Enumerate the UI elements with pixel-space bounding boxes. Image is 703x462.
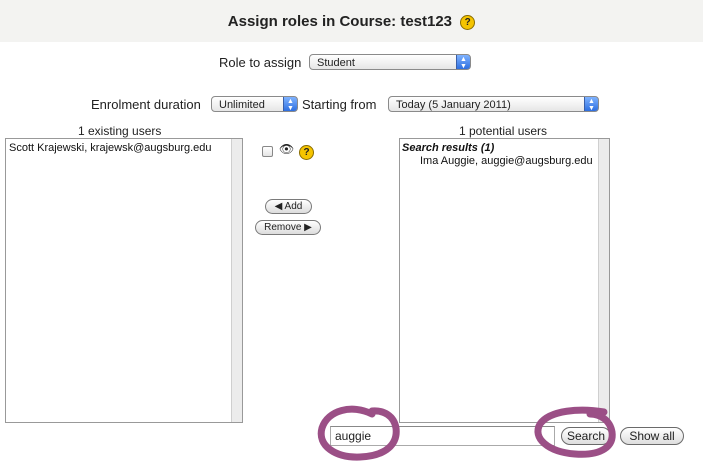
page-title-text: Assign roles in Course: test123 bbox=[227, 13, 453, 30]
list-item[interactable]: Scott Krajewski, krajewsk@augsburg.edu bbox=[9, 142, 212, 154]
role-select[interactable]: Student ▲ ▼ bbox=[309, 54, 471, 70]
search-results-group-label: Search results (1) bbox=[402, 142, 495, 154]
page-header: Assign roles in Course: test123 ? bbox=[0, 0, 703, 42]
enrolment-duration-value: Unlimited bbox=[219, 99, 265, 111]
show-all-button[interactable]: Show all bbox=[620, 427, 684, 445]
chevron-updown-icon: ▲ ▼ bbox=[283, 97, 297, 111]
eye-icon: 👁 bbox=[279, 142, 295, 156]
scrollbar[interactable] bbox=[231, 139, 242, 422]
starting-from-select[interactable]: Today (5 January 2011) ▲ ▼ bbox=[388, 96, 599, 112]
page-title: Assign roles in Course: test123 ? bbox=[0, 13, 703, 30]
enrolment-duration-select[interactable]: Unlimited ▲ ▼ bbox=[211, 96, 298, 112]
remove-button[interactable]: Remove ▶ bbox=[255, 220, 321, 235]
add-button[interactable]: ◀ Add bbox=[265, 199, 312, 214]
chevron-updown-icon: ▲ ▼ bbox=[456, 55, 470, 69]
hidden-checkbox[interactable] bbox=[262, 146, 273, 157]
chevron-updown-icon: ▲ ▼ bbox=[584, 97, 598, 111]
enrolment-duration-label: Enrolment duration bbox=[91, 97, 201, 112]
list-item[interactable]: Ima Auggie, auggie@augsburg.edu bbox=[420, 155, 593, 167]
starting-from-value: Today (5 January 2011) bbox=[396, 99, 511, 111]
search-input[interactable]: auggie bbox=[330, 426, 555, 446]
existing-users-header: 1 existing users bbox=[78, 124, 162, 138]
starting-from-label: Starting from bbox=[302, 97, 377, 112]
search-button[interactable]: Search bbox=[561, 427, 611, 445]
existing-users-list[interactable]: Scott Krajewski, krajewsk@augsburg.edu bbox=[5, 138, 243, 423]
potential-users-header: 1 potential users bbox=[459, 124, 548, 138]
role-label: Role to assign bbox=[219, 55, 302, 70]
potential-users-list[interactable]: Search results (1) Ima Auggie, auggie@au… bbox=[399, 138, 610, 423]
scrollbar[interactable] bbox=[598, 139, 609, 422]
help-icon[interactable]: ? bbox=[299, 145, 314, 160]
help-icon[interactable]: ? bbox=[460, 14, 476, 30]
role-select-value: Student bbox=[317, 57, 355, 69]
